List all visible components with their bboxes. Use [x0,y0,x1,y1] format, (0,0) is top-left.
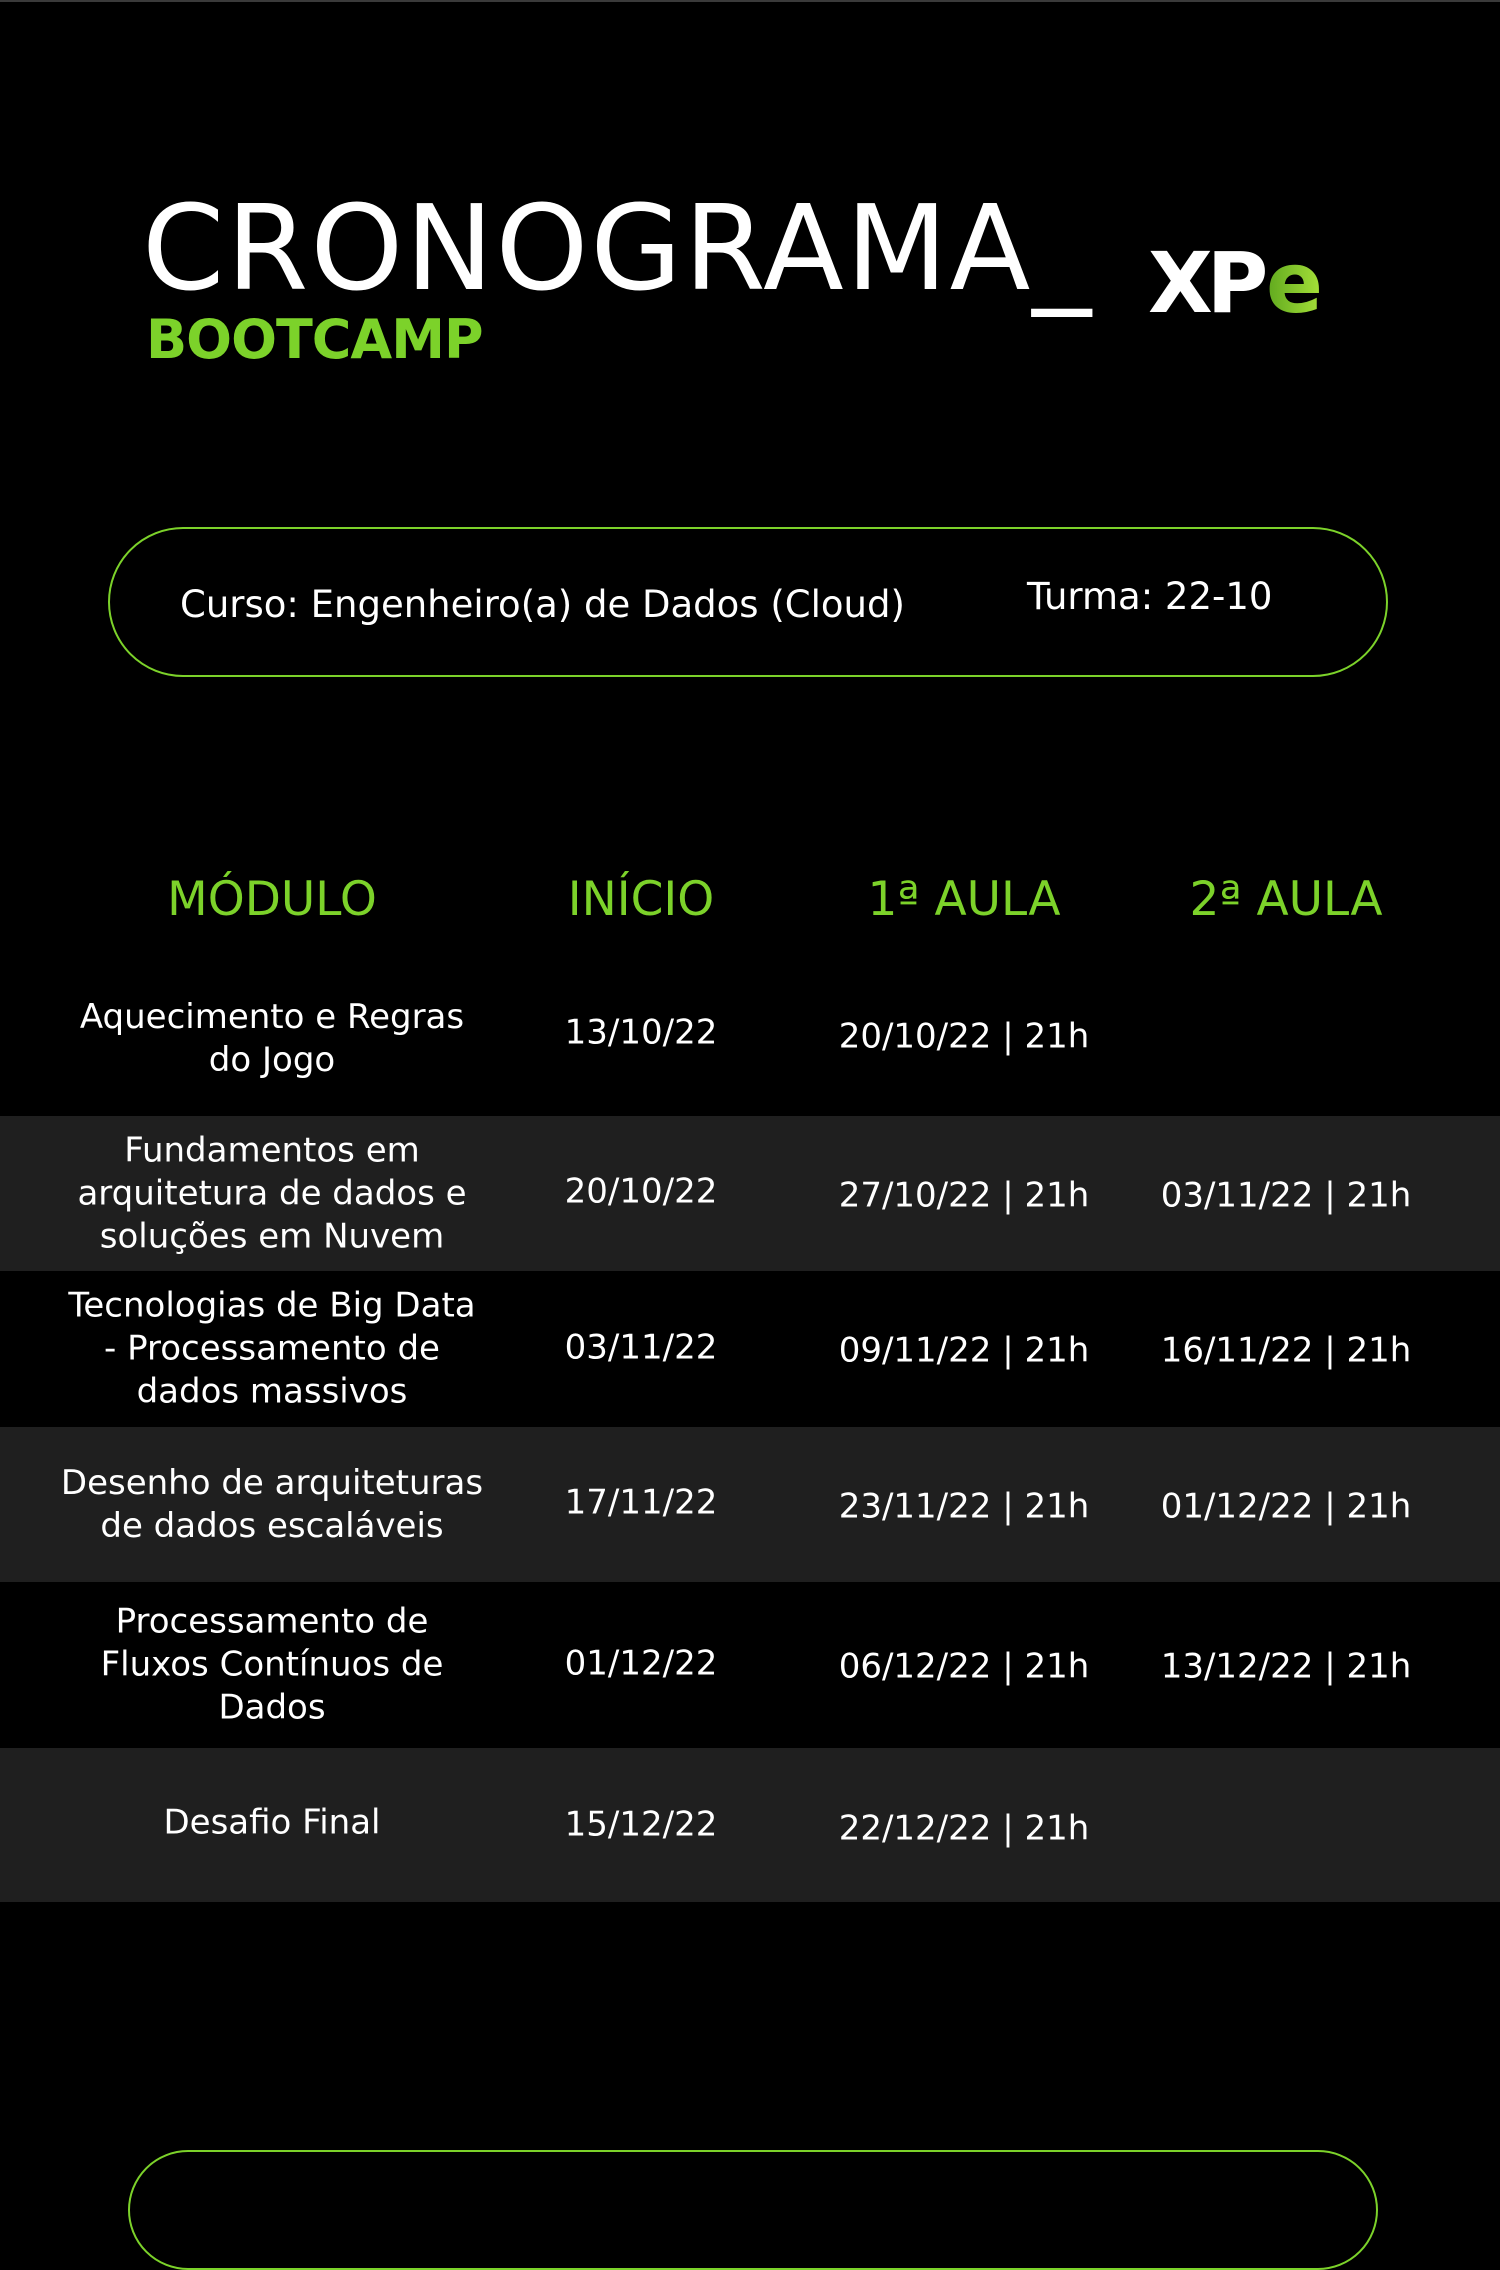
module-name: Desafio Final [163,1802,381,1843]
start-date: 15/12/22 [564,1804,718,1845]
column-header-class1: 1ª AULA [867,872,1061,927]
module-name: Aquecimento e Regras do Jogo [79,997,465,1080]
top-divider [0,0,1500,2]
module-name: Processamento de Fluxos Contínuos de Dad… [100,1601,444,1728]
column-header-module: MÓDULO [167,872,377,927]
class1-date: 27/10/22 | 21h [838,1175,1090,1215]
class2-date: 03/11/22 | 21h [1160,1175,1412,1215]
class2-date: 01/12/22 | 21h [1160,1486,1412,1526]
svg-text:XP: XP [1148,238,1266,324]
table-row: Tecnologias de Big Data - Processamento … [0,1271,1500,1427]
class2-date: 16/11/22 | 21h [1160,1330,1412,1371]
start-date: 03/11/22 [564,1327,718,1368]
class1-date: 23/11/22 | 21h [838,1486,1090,1526]
class1-date: 20/10/22 | 21h [838,1016,1090,1057]
column-header-class2: 2ª AULA [1189,872,1383,927]
course-name: Curso: Engenheiro(a) de Dados (Cloud) [180,583,905,626]
class1-date: 09/11/22 | 21h [838,1330,1090,1371]
table-row: Desenho de arquiteturas de dados escaláv… [0,1427,1500,1582]
page-subtitle: BOOTCAMP [146,308,484,371]
start-date: 13/10/22 [564,1012,718,1053]
table-row: Desafio Final 15/12/22 22/12/22 | 21h [0,1748,1500,1902]
module-name: Tecnologias de Big Data - Processamento … [68,1285,476,1412]
table-row: Fundamentos em arquitetura de dados e so… [0,1116,1500,1271]
svg-text:e: e [1266,238,1323,324]
table-row: Processamento de Fluxos Contínuos de Dad… [0,1582,1500,1748]
class2-date: 13/12/22 | 21h [1160,1646,1412,1687]
class1-date: 06/12/22 | 21h [838,1646,1090,1687]
xpe-logo: XP e [1148,238,1323,324]
start-date: 17/11/22 [564,1482,718,1522]
column-header-start: INÍCIO [567,872,715,927]
start-date: 01/12/22 [564,1643,718,1684]
start-date: 20/10/22 [564,1171,718,1211]
class-id: Turma: 22-10 [1027,575,1273,618]
footer-box [128,2150,1378,2270]
class1-date: 22/12/22 | 21h [838,1808,1090,1849]
module-name: Fundamentos em arquitetura de dados e so… [77,1130,467,1256]
table-row: Aquecimento e Regras do Jogo 13/10/22 20… [0,962,1500,1116]
module-name: Desenho de arquiteturas de dados escaláv… [60,1462,484,1546]
page-title: CRONOGRAMA_ [142,179,1094,317]
